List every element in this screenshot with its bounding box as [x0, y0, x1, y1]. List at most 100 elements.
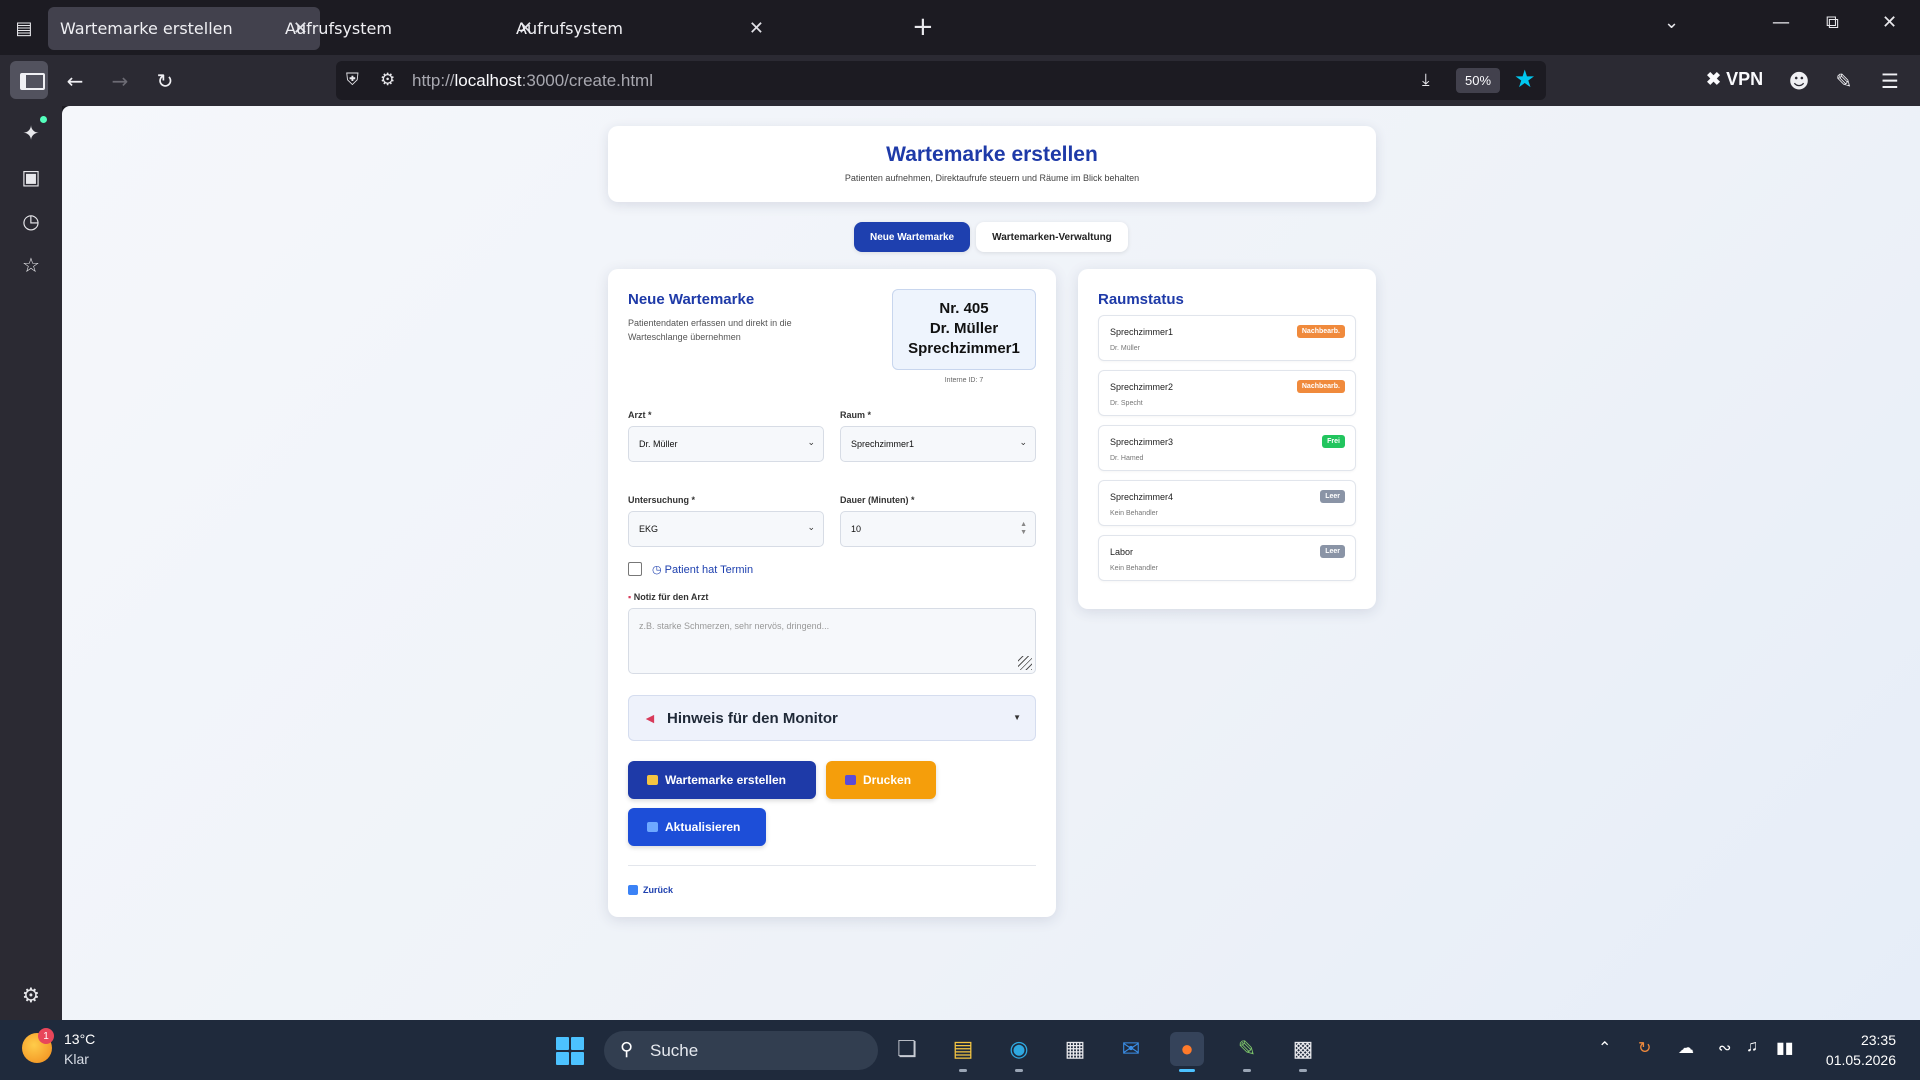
onedrive-cloud-icon[interactable]: ☁	[1678, 1038, 1694, 1058]
back-link[interactable]: Zurück	[628, 885, 673, 895]
sidebar-toggle-icon[interactable]	[10, 61, 48, 99]
history-clock-icon[interactable]: ◷	[18, 208, 44, 234]
weather-temperature[interactable]: 13°C	[64, 1031, 95, 1047]
url-text[interactable]: http://localhost:3000/create.html	[412, 71, 653, 91]
tab-ticket-management[interactable]: Wartemarken-Verwaltung	[976, 222, 1128, 252]
ticket-icon	[647, 775, 658, 785]
print-button[interactable]: Drucken	[826, 761, 936, 799]
clock-date: 01.05.2026	[1825, 1052, 1896, 1068]
battery-icon[interactable]: ▮▮	[1776, 1038, 1794, 1058]
wifi-icon[interactable]: ∾	[1718, 1038, 1731, 1058]
number-spinner-icon[interactable]: ▲ ▼	[1020, 521, 1027, 537]
new-tab-plus-icon[interactable]: +	[912, 12, 934, 42]
duration-input-value: 10	[851, 524, 862, 534]
printer-icon	[845, 775, 856, 785]
task-view-icon[interactable]: ❏	[890, 1032, 924, 1066]
room-status-item[interactable]: Sprechzimmer1 Dr. Müller Nachbearb.	[1098, 315, 1356, 361]
weather-description[interactable]: Klar	[64, 1051, 89, 1067]
appointment-checkbox[interactable]	[628, 562, 642, 576]
bookmark-star-icon[interactable]: ★	[1514, 65, 1536, 93]
browser-tab-bar: ▤ Wartemarke erstellen ✕ Aufrufsystem ✕ …	[0, 0, 1920, 55]
chevron-down-icon: ⌄	[807, 522, 815, 532]
forward-arrow-icon[interactable]: →	[106, 67, 134, 95]
room-status-title: Raumstatus	[1098, 291, 1184, 308]
tab-new-ticket[interactable]: Neue Wartemarke	[854, 222, 971, 252]
refresh-icon	[647, 822, 658, 832]
monitor-hint-toggle[interactable]: ◄ Hinweis für den Monitor ▼	[628, 695, 1036, 741]
create-ticket-button[interactable]: Wartemarke erstellen	[628, 761, 816, 799]
notepad-app-icon[interactable]: ✎	[1230, 1032, 1264, 1072]
tab-overflow-chevron-icon[interactable]: ⌄	[1664, 12, 1679, 33]
system-clock[interactable]: 23:35 01.05.2026	[1810, 1030, 1896, 1070]
tray-chevron-up-icon[interactable]: ⌃	[1598, 1038, 1611, 1058]
appointment-label[interactable]: ◷ Patient hat Termin	[652, 563, 753, 576]
exam-select-value: EKG	[639, 524, 659, 534]
zoom-level-badge[interactable]: 50%	[1456, 68, 1500, 93]
bookmarks-star-icon[interactable]: ☆	[18, 252, 44, 278]
room-status-item[interactable]: Labor Kein Behandler Leer	[1098, 535, 1356, 581]
room-label: Raum *	[840, 410, 872, 420]
room-status-card: Raumstatus Sprechzimmer1 Dr. Müller Nachbe…	[1078, 269, 1376, 609]
terminal-icon[interactable]: ▩	[1286, 1032, 1320, 1072]
settings-gear-icon[interactable]: ⚙	[18, 982, 44, 1008]
menu-hamburger-icon[interactable]: ☰	[1876, 67, 1904, 95]
extensions-puzzle-icon[interactable]: ✎	[1830, 67, 1858, 95]
note-textarea[interactable]: z.B. starke Schmerzen, sehr nervös, drin…	[628, 608, 1036, 674]
synced-tabs-icon[interactable]: ▣	[18, 164, 44, 190]
duration-input[interactable]: 10 ▲ ▼	[840, 511, 1036, 547]
room-select[interactable]: Sprechzimmer1 ⌄	[840, 426, 1036, 462]
room-status-item[interactable]: Sprechzimmer3 Dr. Hamed Frei	[1098, 425, 1356, 471]
tab-title: Wartemarke erstellen	[60, 19, 233, 38]
address-bar[interactable]: ⛨ ⚙ http://localhost:3000/create.html ⤓ …	[336, 61, 1546, 100]
page-viewport: Wartemarke erstellen Patienten aufnehmen…	[62, 106, 1920, 1020]
page-title: Wartemarke erstellen	[886, 143, 1098, 166]
download-page-icon[interactable]: ⤓	[1422, 70, 1430, 90]
doctor-select[interactable]: Dr. Müller ⌄	[628, 426, 824, 462]
browser-sidebar: ✦ ▣ ◷ ☆ ⚙	[0, 106, 62, 1020]
file-explorer-icon[interactable]: ▤	[946, 1032, 980, 1072]
vpn-button[interactable]: ✖ VPN	[1706, 69, 1763, 90]
tab-title: Aufrufsystem	[516, 19, 623, 38]
windows-taskbar: 1 13°C Klar ⚲ Suche ❏ ▤ ◉ ▦ ✉ ● ✎ ▩ ⌃ ↻ …	[0, 1020, 1920, 1080]
minimize-icon[interactable]: —	[1772, 12, 1790, 33]
mail-icon[interactable]: ✉	[1114, 1032, 1148, 1066]
firefox-icon[interactable]: ●	[1170, 1032, 1204, 1072]
reload-icon[interactable]: ↻	[151, 67, 179, 95]
exam-select[interactable]: EKG ⌄	[628, 511, 824, 547]
note-placeholder: z.B. starke Schmerzen, sehr nervös, drin…	[639, 621, 830, 631]
room-select-value: Sprechzimmer1	[851, 439, 915, 449]
volume-icon[interactable]: ♫	[1746, 1038, 1758, 1056]
tab-list-icon[interactable]: ▤	[10, 14, 38, 42]
page-subtitle: Patienten aufnehmen, Direktaufrufe steue…	[844, 173, 1140, 183]
room-doctor: Dr. Specht	[1110, 400, 1143, 407]
room-name: Labor	[1110, 547, 1134, 557]
back-arrow-icon[interactable]: ←	[61, 67, 89, 95]
edge-browser-icon[interactable]: ◉	[1002, 1032, 1036, 1072]
start-windows-icon[interactable]	[556, 1037, 584, 1065]
close-tab-icon[interactable]: ✕	[749, 18, 764, 39]
ai-sparkle-icon[interactable]: ✦	[18, 120, 44, 146]
note-label: ▪ Notiz für den Arzt	[628, 592, 709, 602]
room-name: Sprechzimmer2	[1110, 382, 1174, 392]
close-window-icon[interactable]: ✕	[1882, 12, 1897, 33]
ticket-room: Sprechzimmer1	[908, 340, 1020, 357]
sync-icon[interactable]: ↻	[1638, 1038, 1651, 1058]
site-permissions-icon[interactable]: ⚙	[380, 70, 395, 90]
resize-grip[interactable]	[1018, 656, 1032, 670]
room-name: Sprechzimmer3	[1110, 437, 1174, 447]
microsoft-store-icon[interactable]: ▦	[1058, 1032, 1092, 1066]
weather-notification-badge: 1	[38, 1028, 54, 1044]
browser-tab[interactable]: Aufrufsystem ✕	[504, 7, 776, 50]
memo-icon: ▪	[628, 592, 632, 602]
room-status-badge: Frei	[1322, 435, 1345, 448]
ticket-number: Nr. 405	[939, 300, 989, 317]
restore-icon[interactable]: ⧉	[1826, 12, 1839, 33]
shield-icon[interactable]: ⛨	[346, 70, 359, 90]
chevron-down-icon: ⌄	[1019, 437, 1027, 447]
taskbar-search[interactable]: ⚲ Suche	[604, 1031, 878, 1070]
account-icon[interactable]: ☻	[1785, 67, 1813, 95]
room-doctor: Dr. Hamed	[1110, 455, 1144, 462]
refresh-button[interactable]: Aktualisieren	[628, 808, 766, 846]
room-status-item[interactable]: Sprechzimmer4 Kein Behandler Leer	[1098, 480, 1356, 526]
room-status-item[interactable]: Sprechzimmer2 Dr. Specht Nachbearb.	[1098, 370, 1356, 416]
